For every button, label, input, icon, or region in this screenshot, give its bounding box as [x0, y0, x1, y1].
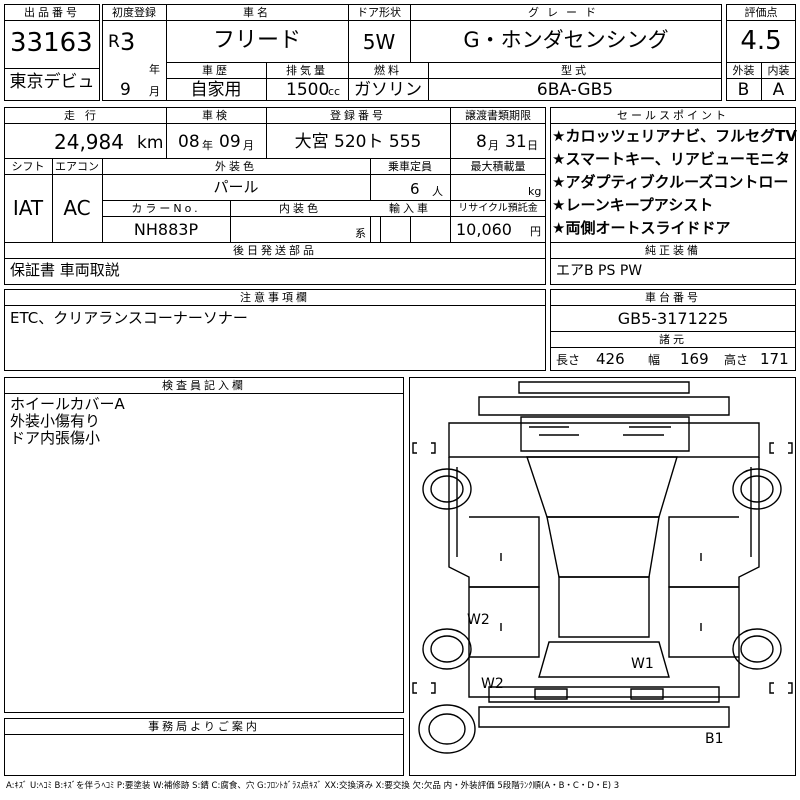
grade: G・ホンダセンシング: [463, 28, 669, 52]
model-code: 6BA-GB5: [536, 80, 614, 100]
width-label: 幅: [648, 353, 661, 367]
inspector-note: ドア内張傷小: [10, 429, 101, 447]
notes: ETC、クリアランスコーナーソナー: [10, 309, 248, 327]
inspection-year-unit: 年: [202, 139, 213, 152]
int-color-unit: 系: [355, 227, 366, 240]
sales-point: ★アダプティブクルーズコントロー: [552, 173, 789, 191]
notes-header: 注意事項欄: [240, 291, 310, 304]
interior-header: 内装: [767, 64, 790, 77]
fuel: ガソリン: [354, 80, 422, 100]
inspection-month-unit: 月: [243, 139, 254, 152]
inspection-year: 08: [178, 132, 200, 152]
exterior-header: 外装: [732, 64, 755, 77]
first-reg-month-unit: 月: [149, 85, 160, 98]
chassis-header: 車台番号: [645, 291, 701, 304]
displacement: 1500: [286, 80, 330, 100]
sales-point: ★カロッツェリアナビ、フルセグTV: [552, 127, 797, 145]
grade-header: グレード: [528, 6, 604, 19]
transfer-day-unit: 日: [527, 139, 538, 152]
model-code-header: 型式: [561, 64, 589, 77]
recycle: 10,060: [456, 220, 512, 239]
shift-header: シフト: [11, 160, 45, 173]
mileage-header: 走行: [64, 109, 106, 122]
height-label: 高さ: [724, 353, 749, 367]
color-no-header: カラーNo.: [131, 202, 201, 215]
length: 426: [596, 350, 625, 368]
sales-point: ★両側オートスライドドア: [552, 219, 731, 237]
sales-point: ★スマートキー、リアビューモニタ: [552, 150, 790, 168]
recycle-unit: 円: [530, 225, 541, 238]
door-type-header: ドア形状: [357, 6, 401, 19]
inspector-header: 検査員記入欄: [162, 379, 246, 392]
max-load-unit: kg: [528, 185, 542, 198]
first-reg-header: 初度登録: [112, 6, 156, 19]
history: 自家用: [190, 80, 242, 100]
transfer-month: 8: [476, 132, 487, 152]
genuine-header: 純正装備: [645, 244, 701, 257]
capacity: 6: [410, 180, 420, 198]
lot-no-header: 出品番号: [24, 6, 80, 19]
fuel-header: 燃料: [374, 64, 402, 77]
later-parts: 保証書 車両取説: [10, 261, 120, 279]
sales-points-header: セールスポイント: [617, 109, 729, 122]
genuine: エアB PS PW: [556, 263, 643, 279]
first-reg-era: R: [108, 32, 120, 52]
door-type: 5W: [362, 30, 396, 54]
inspection-month: 09: [219, 132, 241, 152]
inspector-note: ホイールカバーA: [10, 395, 125, 413]
first-reg-year-unit: 年: [149, 63, 160, 76]
chassis-no: GB5-3171225: [617, 309, 729, 328]
reg-no: 大宮 520ト 555: [294, 132, 422, 152]
legend: A:ｷｽﾞ U:ﾍｺﾐ B:ｷｽﾞを伴うﾍｺﾐ P:要塗装 W:補修跡 S:錆 …: [6, 781, 620, 791]
mileage: 24,984: [54, 130, 124, 154]
max-load-header: 最大積載量: [470, 160, 526, 173]
color-no: NH883P: [133, 220, 199, 239]
width: 169: [680, 350, 709, 368]
capacity-unit: 人: [432, 185, 443, 198]
reg-no-header: 登録番号: [330, 109, 386, 122]
ext-color: パール: [213, 178, 259, 196]
damage-mark: W2: [467, 612, 490, 628]
damage-mark: W1: [631, 656, 654, 672]
recycle-header: リサイクル預託金: [458, 203, 538, 214]
car-diagram: W2 W1 W2 B1: [412, 381, 793, 754]
damage-mark: B1: [705, 731, 724, 747]
displacement-header: 排気量: [286, 64, 328, 77]
lot-no: 33163: [10, 28, 93, 58]
history-header: 車歴: [202, 64, 230, 77]
shift: IAT: [12, 196, 44, 220]
transfer-day: 31: [505, 132, 527, 152]
sales-point: ★レーンキープアシスト: [552, 196, 714, 214]
score-header: 評価点: [744, 6, 778, 19]
capacity-header: 乗車定員: [388, 160, 432, 173]
displacement-unit: cc: [328, 85, 341, 98]
car-name-header: 車名: [243, 6, 271, 19]
later-parts-header: 後日発送部品: [233, 244, 317, 257]
height: 171: [760, 350, 789, 368]
mileage-unit: km: [137, 133, 164, 153]
ext-color-header: 外装色: [215, 160, 257, 173]
transfer-month-unit: 月: [488, 139, 499, 152]
interior-grade: A: [772, 80, 785, 100]
car-name: フリード: [212, 28, 301, 53]
score: 4.5: [740, 26, 782, 56]
inspection-header: 車検: [202, 109, 230, 122]
first-reg-month: 9: [120, 80, 131, 100]
int-color-header: 内装色: [279, 202, 321, 215]
exterior-grade: B: [737, 80, 750, 100]
venue: 東京デビュ: [9, 72, 95, 92]
aircon-header: エアコン: [55, 160, 99, 173]
damage-mark: W2: [481, 676, 504, 692]
aircon: AC: [63, 196, 91, 220]
first-reg-year: 3: [120, 28, 136, 56]
length-label: 長さ: [556, 353, 581, 367]
office-header: 事務局よりご案内: [148, 720, 260, 733]
import-header: 輸入車: [389, 202, 431, 215]
inspector-note: 外装小傷有り: [10, 412, 101, 430]
transfer-header: 譲渡書類期限: [465, 109, 531, 122]
dims-header: 諸元: [659, 333, 687, 346]
